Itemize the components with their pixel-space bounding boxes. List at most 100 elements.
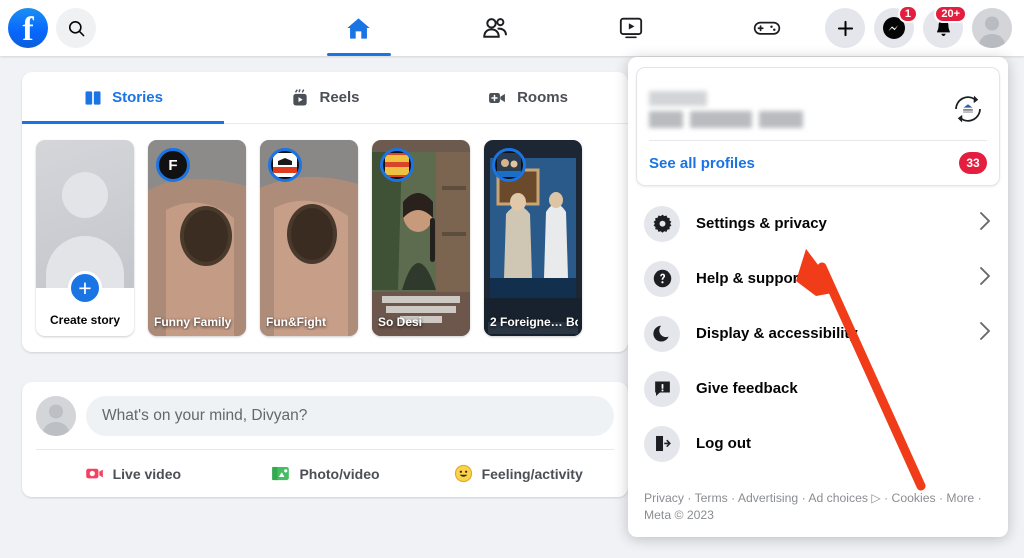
composer-placeholder: What's on your mind, Divyan? (102, 407, 308, 424)
profile-card[interactable]: See all profiles 33 (636, 67, 1000, 186)
menu-item-settings-privacy[interactable]: Settings & privacy (636, 196, 1000, 251)
chevron-right-icon (978, 320, 992, 347)
switch-profile-icon (955, 95, 981, 123)
nav-left-group: f (0, 8, 300, 48)
main-feed-column: Stories Reels Rooms + Create story F Fun… (22, 72, 628, 497)
story-author-name: 2 Foreigne… Bollywood (490, 316, 578, 330)
profiles-count-badge: 33 (959, 152, 987, 174)
profile-avatar-button[interactable] (972, 8, 1012, 48)
story-author-ring: F (156, 148, 190, 182)
friends-icon (482, 18, 507, 38)
moon-icon (644, 315, 680, 352)
live-video-label: Live video (112, 465, 182, 482)
chevron-right-icon (978, 210, 992, 237)
menu-item-label: Help & support (696, 270, 804, 287)
feedback-icon (644, 370, 680, 407)
menu-item-display-accessibility[interactable]: Display & accessibility (636, 306, 1000, 361)
facebook-logo[interactable]: f (8, 8, 48, 48)
switch-profile-button[interactable] (949, 90, 987, 128)
menu-item-give-feedback[interactable]: Give feedback (636, 361, 1000, 416)
post-composer-card: What's on your mind, Divyan? Live video (22, 382, 628, 497)
dropdown-menu-list: Settings & privacy Help & support Displa… (636, 196, 1000, 471)
reels-icon (293, 88, 308, 105)
tab-rooms-label: Rooms (517, 89, 568, 106)
story-ring-thumbnail (497, 153, 521, 177)
photo-video-label: Photo/video (299, 465, 380, 482)
notifications-button[interactable]: 20+ (923, 5, 967, 48)
video-icon (619, 17, 642, 39)
home-tab[interactable] (321, 2, 397, 56)
messenger-badge: 1 (897, 5, 918, 23)
story-ring-thumbnail (273, 153, 297, 177)
create-story-plus-icon[interactable]: + (68, 271, 102, 305)
tab-stories[interactable]: Stories (22, 72, 224, 124)
create-story-placeholder: + (36, 140, 134, 305)
menu-item-log-out[interactable]: Log out (636, 416, 1000, 471)
feeling-activity-button[interactable]: Feeling/activity (421, 450, 614, 497)
story-author-name: Fun&Fight (266, 316, 326, 330)
avatar-icon (36, 396, 76, 436)
composer-top-row: What's on your mind, Divyan? (36, 396, 614, 449)
composer-avatar[interactable] (36, 396, 76, 436)
photo-video-icon (272, 466, 290, 481)
gear-icon (644, 205, 680, 242)
nav-right-group: 1 20+ (825, 5, 1024, 48)
home-icon (347, 17, 370, 39)
search-button[interactable] (56, 8, 96, 48)
nav-center-tabs (300, 0, 825, 56)
logout-icon (644, 425, 680, 462)
tab-rooms[interactable]: Rooms (426, 72, 628, 123)
photo-video-button[interactable]: Photo/video (229, 450, 422, 497)
stories-card: Stories Reels Rooms + Create story F Fun… (22, 72, 628, 352)
tab-stories-label: Stories (112, 89, 163, 106)
composer-actions-row: Live video Photo/video Feeling/activity (36, 449, 614, 497)
gaming-icon (753, 21, 780, 35)
story-author-name: Funny Family (154, 316, 232, 330)
create-story-card[interactable]: + Create story (36, 140, 134, 336)
chevron-right-icon (978, 265, 992, 292)
notifications-badge: 20+ (934, 5, 967, 23)
create-button[interactable] (825, 8, 865, 48)
stories-strip: + Create story F Funny Family Fun&Fight … (22, 124, 628, 352)
redacted-line-1 (649, 90, 707, 106)
stories-book-icon (85, 90, 101, 105)
placeholder-avatar-head (62, 172, 108, 218)
friends-tab[interactable] (457, 2, 533, 54)
story-ring-thumbnail (385, 153, 409, 177)
see-all-profiles-label: See all profiles (649, 154, 755, 172)
menu-item-label: Settings & privacy (696, 215, 827, 232)
rooms-video-icon (489, 92, 505, 103)
live-video-button[interactable]: Live video (36, 450, 229, 497)
feeling-icon (454, 464, 472, 483)
top-navigation-bar: f 1 20+ (0, 0, 1024, 56)
menu-item-label: Log out (696, 435, 751, 452)
story-author-ring (492, 148, 526, 182)
see-all-profiles-row[interactable]: See all profiles 33 (649, 141, 987, 185)
live-video-icon (85, 468, 103, 479)
profile-card-top (649, 78, 987, 140)
search-icon (68, 20, 84, 36)
create-story-label: Create story (49, 313, 121, 327)
menu-item-help-support[interactable]: Help & support (636, 251, 1000, 306)
question-circle-icon (644, 260, 680, 297)
profile-name-redacted (649, 90, 803, 128)
story-card[interactable]: 2 Foreigne… Bollywood (484, 140, 582, 336)
menu-item-label: Give feedback (696, 380, 798, 397)
composer-input[interactable]: What's on your mind, Divyan? (86, 396, 614, 436)
stories-tabs: Stories Reels Rooms (22, 72, 628, 124)
story-author-name: So Desi (378, 316, 423, 330)
tab-reels[interactable]: Reels (224, 72, 426, 123)
account-dropdown-menu: See all profiles 33 Settings & privacy H… (628, 57, 1008, 537)
gaming-tab[interactable] (729, 2, 805, 54)
facebook-logo-letter: f (22, 11, 34, 48)
feeling-activity-label: Feeling/activity (481, 465, 583, 482)
redacted-line-2 (649, 110, 803, 128)
story-ring-label: F (168, 156, 178, 174)
story-card[interactable]: So Desi (372, 140, 470, 336)
story-card[interactable]: Fun&Fight (260, 140, 358, 336)
watch-tab[interactable] (593, 2, 669, 54)
messenger-button[interactable]: 1 (874, 5, 918, 48)
story-card[interactable]: F Funny Family (148, 140, 246, 336)
dropdown-footer-links[interactable]: Privacy · Terms · Advertising · Ad choic… (636, 486, 1000, 529)
story-author-ring (268, 148, 302, 182)
